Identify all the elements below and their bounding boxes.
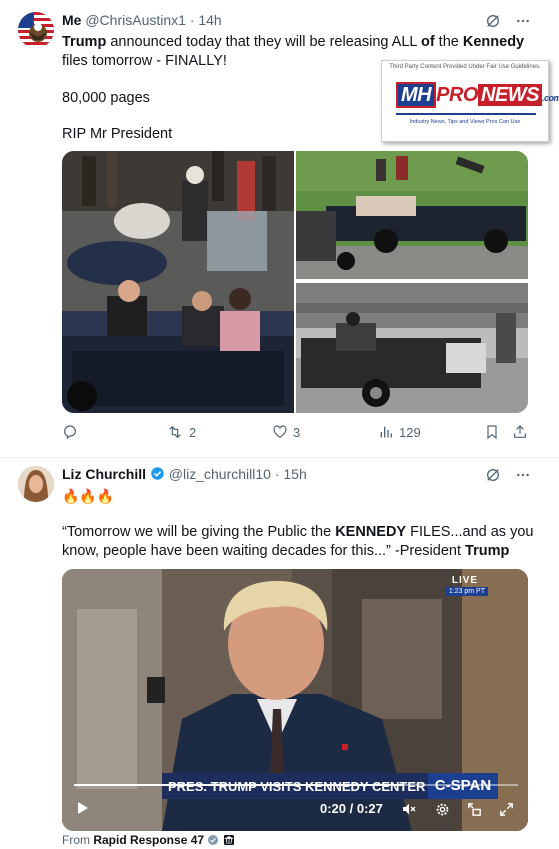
repost-icon: [169, 425, 181, 439]
repost-button[interactable]: 2: [166, 424, 196, 440]
quote-line-1: “Tomorrow we will be giving the Public t…: [62, 523, 533, 542]
fair-use-notice: Third Party Content Provided Under Fair …: [389, 64, 541, 70]
avatar-liz-churchill[interactable]: [18, 466, 54, 502]
picture-in-picture-icon[interactable]: [466, 801, 483, 818]
text-fragment: the: [434, 34, 463, 50]
timestamp[interactable]: · 15h: [275, 466, 307, 482]
fire-emoji: 🔥🔥🔥: [62, 488, 115, 504]
fullscreen-icon[interactable]: [498, 801, 515, 818]
video-source: From Rapid Response 47: [62, 833, 235, 847]
tweet-2: Liz Churchill @liz_churchill10 · 15h 🔥🔥🔥…: [0, 458, 559, 849]
text-fragment-bold: KENNEDY: [335, 524, 407, 540]
timestamp[interactable]: · 14h: [190, 12, 222, 28]
text-fragment: “Tomorrow we will be giving the Public t…: [62, 524, 336, 540]
logo-pro: PRO: [436, 84, 478, 106]
tweet-1-header-icons: [485, 13, 531, 29]
tweet-1-actions: 2 3 129: [62, 424, 530, 444]
verified-badge-icon: [151, 467, 164, 480]
tweet-2-header: Liz Churchill @liz_churchill10 · 15h: [62, 466, 307, 482]
like-count: 3: [293, 424, 301, 440]
verified-badge-icon: [208, 835, 219, 845]
settings-gear-icon[interactable]: [434, 801, 451, 818]
logo-tagline: Industry News, Tips and Views Pros Can U…: [409, 119, 521, 125]
motorcade-photo[interactable]: [62, 151, 294, 413]
reply-button[interactable]: [62, 424, 83, 440]
grok-icon[interactable]: [485, 467, 501, 483]
text-fragment: announced today that they will be releas…: [106, 34, 421, 50]
mhpronews-logo: MHPRONEWS.com: [396, 82, 559, 108]
more-options-icon[interactable]: [515, 467, 531, 483]
share-button[interactable]: [512, 424, 528, 440]
share-icon: [514, 425, 526, 438]
handle[interactable]: @ChrisAustinx1: [85, 12, 186, 28]
text-fragment: know, people have been waiting decades f…: [62, 543, 466, 559]
profile-photo-icon: [18, 466, 54, 502]
repost-count: 2: [189, 424, 197, 440]
tweet-1: Me @ChrisAustinx1 · 14h Trump announced …: [0, 0, 559, 458]
reply-icon: [64, 425, 76, 440]
play-icon[interactable]: [74, 800, 90, 816]
logo-mh: MH: [396, 82, 437, 108]
progress-fill: [74, 784, 403, 786]
text-fragment-bold: of: [420, 34, 435, 50]
video-player[interactable]: LIVE 1:23 pm PT PRES. TRUMP VISITS KENNE…: [62, 569, 528, 831]
source-account-link[interactable]: Rapid Response 47: [93, 833, 204, 847]
live-time: 1:23 pm PT: [445, 587, 488, 596]
from-label: From: [62, 833, 90, 847]
video-time: 0:20 / 0:27: [320, 801, 383, 816]
view-count: 129: [399, 424, 421, 440]
views-chart-icon: [380, 426, 392, 438]
display-name[interactable]: Me: [62, 12, 81, 28]
display-name[interactable]: Liz Churchill: [62, 466, 146, 482]
logo-stripe: [396, 113, 536, 115]
views-button[interactable]: 129: [378, 424, 421, 440]
bookmark-button[interactable]: [484, 424, 500, 440]
cspan-logo: C-SPAN: [428, 773, 498, 799]
mute-icon[interactable]: [400, 801, 418, 817]
mhpronews-watermark: Third Party Content Provided Under Fair …: [381, 60, 559, 142]
avatar-me[interactable]: [18, 12, 54, 48]
text-fragment: FILES...and as you: [406, 524, 534, 540]
text-fragment-bold: Kennedy: [462, 34, 525, 50]
flag-eagle-avatar-icon: [18, 12, 54, 48]
tweet-1-line-1: Trump announced today that they will be …: [62, 33, 524, 52]
text-fragment-bold: Trump: [465, 543, 510, 559]
handle[interactable]: @liz_churchill10: [169, 466, 271, 482]
heart-icon: [273, 425, 287, 439]
more-options-icon[interactable]: [515, 13, 531, 29]
limousine-bw-photo[interactable]: [296, 283, 528, 413]
bookmark-icon: [487, 425, 497, 440]
tweet-1-header: Me @ChrisAustinx1 · 14h: [62, 12, 222, 28]
logo-news: NEWS: [477, 84, 542, 106]
logo-com: .com: [541, 93, 559, 103]
quote-line-2: know, people have been waiting decades f…: [62, 542, 533, 561]
live-badge: LIVE: [451, 575, 479, 586]
like-button[interactable]: 3: [272, 424, 300, 440]
tweet-2-text: 🔥🔥🔥 “Tomorrow we will be giving the Publ…: [62, 487, 533, 561]
lower-third-text: PRES. TRUMP VISITS KENNEDY CENTER: [168, 779, 426, 794]
government-badge-icon: [223, 835, 234, 845]
limousine-grass-photo[interactable]: [296, 151, 528, 279]
tweet-2-header-icons: [485, 467, 531, 483]
tweet-1-media-grid: [62, 151, 528, 413]
grok-icon[interactable]: [485, 13, 501, 29]
mention-trump: Trump: [62, 34, 107, 50]
